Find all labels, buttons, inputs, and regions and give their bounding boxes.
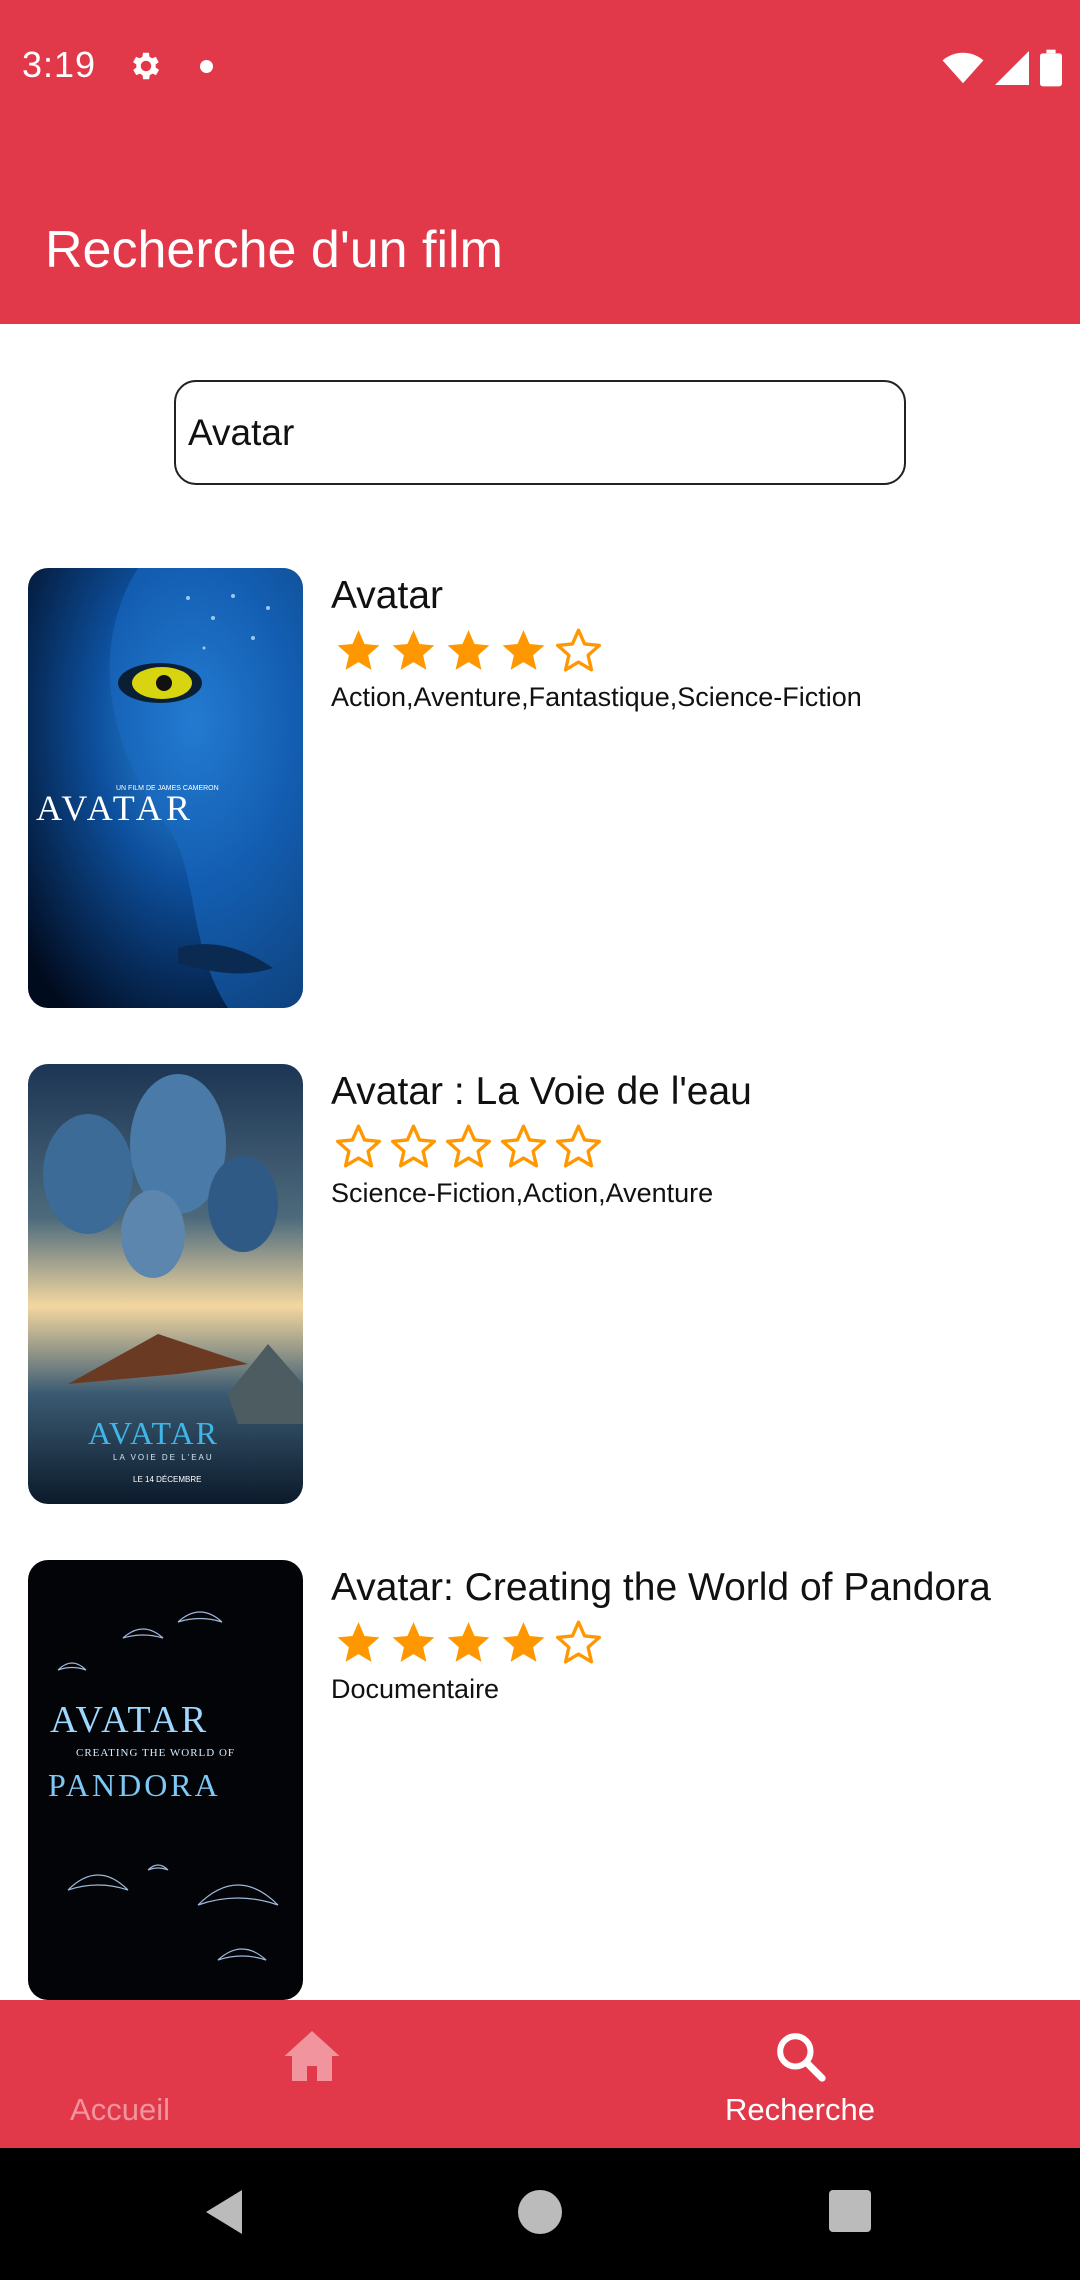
star-outline-icon bbox=[555, 1620, 602, 1664]
back-icon[interactable] bbox=[206, 2190, 246, 2234]
nav-item-recherche[interactable]: Recherche bbox=[540, 2000, 1080, 2148]
nav-label: Accueil bbox=[70, 2092, 170, 2127]
poster-date-text: LE 14 DÉCEMBRE bbox=[133, 1475, 201, 1484]
gear-icon bbox=[133, 52, 160, 80]
rating-stars bbox=[333, 1122, 604, 1170]
system-navigation-bar bbox=[0, 2148, 1080, 2280]
movie-poster: UN FILM DE JAMES CAMERON AVATAR bbox=[28, 568, 303, 1008]
movie-title: Avatar : La Voie de l'eau bbox=[331, 1070, 752, 1113]
star-outline-icon bbox=[445, 1124, 492, 1168]
home-circle-icon[interactable] bbox=[518, 2190, 562, 2234]
wifi-icon bbox=[942, 52, 984, 84]
star-outline-icon bbox=[335, 1124, 382, 1168]
star-filled-icon bbox=[447, 1622, 490, 1662]
list-item-movie[interactable]: AVATAR LA VOIE DE L'EAU LE 14 DÉCEMBRE A… bbox=[0, 1064, 1080, 1504]
movie-poster: AVATAR LA VOIE DE L'EAU LE 14 DÉCEMBRE bbox=[28, 1064, 303, 1504]
movie-genres: Action,Aventure,Fantastique,Science-Fict… bbox=[331, 682, 862, 712]
signal-icon bbox=[995, 51, 1029, 85]
home-icon bbox=[284, 2031, 340, 2081]
rating-stars bbox=[333, 1618, 604, 1666]
movie-title: Avatar: Creating the World of Pandora bbox=[331, 1566, 991, 1609]
status-time: 3:19 bbox=[22, 44, 97, 85]
list-item-movie[interactable]: AVATAR CREATING THE WORLD OF PANDORA Ava… bbox=[0, 1560, 1080, 2000]
poster-subtitle-text: LA VOIE DE L'EAU bbox=[113, 1453, 214, 1462]
list-item-movie[interactable]: UN FILM DE JAMES CAMERON AVATAR Avatar A… bbox=[0, 568, 1080, 1008]
star-filled-icon bbox=[392, 1622, 435, 1662]
movie-poster: AVATAR CREATING THE WORLD OF PANDORA bbox=[28, 1560, 303, 2000]
poster-avatar-image: UN FILM DE JAMES CAMERON AVATAR bbox=[28, 568, 303, 1008]
star-filled-icon bbox=[502, 630, 545, 670]
recents-icon[interactable] bbox=[829, 2190, 871, 2232]
page-title: Recherche d'un film bbox=[45, 221, 503, 279]
poster-creating-pandora-image: AVATAR CREATING THE WORLD OF PANDORA bbox=[28, 1560, 303, 2000]
search-icon bbox=[777, 2033, 826, 2082]
movie-title: Avatar bbox=[331, 574, 444, 617]
star-outline-icon bbox=[500, 1124, 547, 1168]
poster-pandora-text: PANDORA bbox=[48, 1767, 221, 1803]
battery-icon bbox=[1040, 49, 1062, 87]
star-filled-icon bbox=[337, 1622, 380, 1662]
star-filled-icon bbox=[447, 630, 490, 670]
nav-label: Recherche bbox=[725, 2092, 875, 2127]
notification-dot-icon bbox=[200, 60, 213, 73]
status-icons bbox=[942, 48, 1062, 88]
star-filled-icon bbox=[502, 1622, 545, 1662]
app-bar: Recherche d'un film bbox=[0, 132, 1080, 324]
star-outline-icon bbox=[390, 1124, 437, 1168]
movie-genres: Documentaire bbox=[331, 1674, 500, 1704]
star-outline-icon bbox=[555, 628, 602, 672]
star-filled-icon bbox=[337, 630, 380, 670]
star-filled-icon bbox=[392, 630, 435, 670]
poster-avatar-way-of-water-image: AVATAR LA VOIE DE L'EAU LE 14 DÉCEMBRE bbox=[28, 1064, 303, 1504]
poster-title-text: AVATAR bbox=[36, 788, 194, 828]
status-bar: 3:19 bbox=[0, 0, 1080, 132]
star-outline-icon bbox=[555, 1124, 602, 1168]
search-input[interactable] bbox=[174, 380, 906, 485]
nav-item-accueil[interactable]: Accueil bbox=[0, 2000, 540, 2148]
movie-genres: Science-Fiction,Action,Aventure bbox=[331, 1178, 714, 1208]
rating-stars bbox=[333, 626, 604, 674]
bottom-navigation: Accueil Recherche bbox=[0, 2000, 1080, 2148]
poster-title-text: AVATAR bbox=[88, 1415, 219, 1451]
poster-title-text: AVATAR bbox=[50, 1699, 209, 1741]
poster-subtitle-text: CREATING THE WORLD OF bbox=[76, 1747, 235, 1759]
